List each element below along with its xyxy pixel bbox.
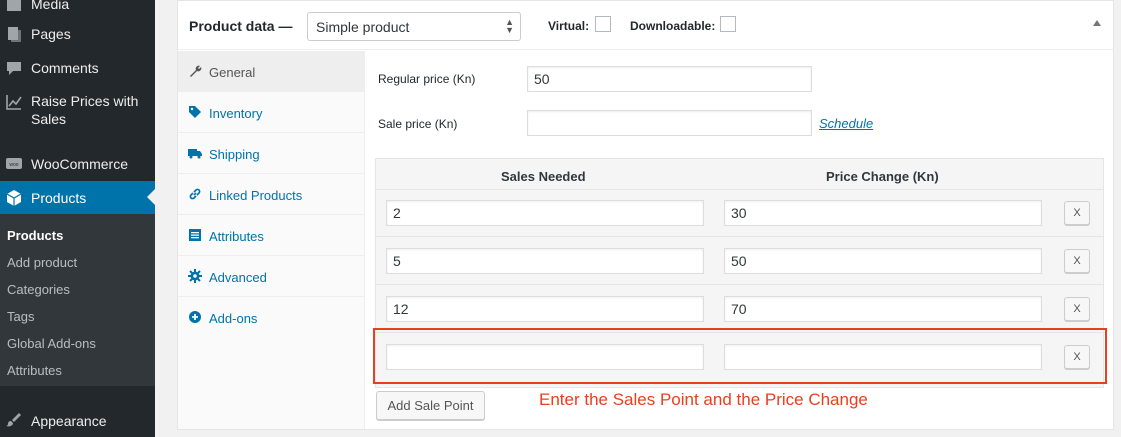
menu-item-label: WooCommerce <box>31 156 128 172</box>
schedule-link[interactable]: Schedule <box>819 116 873 131</box>
wrench-icon <box>190 65 202 77</box>
menu-item-label: Pages <box>31 26 71 42</box>
tab-label: Linked Products <box>209 188 303 203</box>
sales-needed-input[interactable]: 12 <box>386 296 704 322</box>
add-sale-point-button[interactable]: Add Sale Point <box>376 391 485 420</box>
annotation-text: Enter the Sales Point and the Price Chan… <box>539 390 868 409</box>
tag-icon <box>189 106 201 118</box>
menu-item-media[interactable]: Media <box>0 0 155 17</box>
tab-label: Shipping <box>209 147 260 162</box>
row-divider <box>376 236 1103 237</box>
current-indicator <box>147 189 155 205</box>
price-change-input[interactable]: 50 <box>724 248 1042 274</box>
annotation-highlight-box <box>373 328 1107 384</box>
list-icon <box>189 229 201 241</box>
submenu-item-tags[interactable]: Tags <box>7 309 34 325</box>
product-type-value: Simple product <box>316 19 410 35</box>
select-arrows-icon: ▲ ▼ <box>505 17 514 35</box>
svg-text:woo: woo <box>9 162 18 168</box>
remove-row-button[interactable]: X <box>1064 297 1090 321</box>
tab-label: Advanced <box>209 270 267 285</box>
header-divider <box>376 189 1103 190</box>
price-change-input[interactable]: 70 <box>724 296 1042 322</box>
sale-price-input[interactable] <box>527 110 812 136</box>
tab-label: Inventory <box>209 106 263 121</box>
price-change-input[interactable]: 30 <box>724 200 1042 226</box>
submenu-item-global-addons[interactable]: Global Add-ons <box>7 336 96 352</box>
products-submenu: Products Add product Categories Tags Glo… <box>0 214 155 386</box>
menu-item-label: Appearance <box>31 413 107 429</box>
media-icon <box>7 0 21 11</box>
product-data-tabs: General Inventory Shipping Linked Produc… <box>178 51 365 429</box>
menu-item-label: Comments <box>31 60 99 76</box>
menu-item-comments[interactable]: Comments <box>0 51 155 85</box>
remove-row-button[interactable]: X <box>1064 201 1090 225</box>
woocommerce-icon: woo <box>6 158 22 169</box>
tab-inventory[interactable]: Inventory <box>178 92 365 133</box>
submenu-item-attributes[interactable]: Attributes <box>7 363 62 379</box>
tab-label: Add-ons <box>209 311 258 326</box>
link-icon <box>189 188 201 200</box>
chart-line-icon <box>6 95 22 110</box>
panel-header: Product data — Simple product ▲ ▼ Virtual… <box>178 1 1113 50</box>
submenu-item-categories[interactable]: Categories <box>7 282 70 298</box>
admin-sidebar: Media Pages Comments Raise Prices with S… <box>0 0 155 437</box>
plus-circle-icon <box>189 311 201 323</box>
menu-item-label: Media <box>31 0 70 12</box>
paintbrush-icon <box>6 413 21 427</box>
truck-icon <box>188 149 202 159</box>
tab-shipping[interactable]: Shipping <box>178 133 365 174</box>
pages-icon <box>8 27 21 42</box>
column-header-price-change: Price Change (Kn) <box>826 169 939 184</box>
row-divider <box>376 284 1103 285</box>
gear-icon <box>188 269 202 283</box>
virtual-checkbox[interactable] <box>595 16 611 32</box>
submenu-item-add-product[interactable]: Add product <box>7 255 77 271</box>
menu-item-label: Raise Prices with Sales <box>31 93 139 127</box>
menu-item-appearance[interactable]: Appearance <box>0 403 155 437</box>
comments-icon <box>7 62 21 75</box>
tab-attributes[interactable]: Attributes <box>178 215 365 256</box>
sale-price-label: Sale price (Kn) <box>378 117 458 131</box>
menu-item-raise-prices[interactable]: Raise Prices with Sales <box>0 85 155 139</box>
product-type-select[interactable]: Simple product ▲ ▼ <box>307 12 521 41</box>
tab-add-ons[interactable]: Add-ons <box>178 297 365 338</box>
menu-item-products[interactable]: Products <box>0 181 155 215</box>
products-box-icon <box>6 190 22 206</box>
menu-item-pages[interactable]: Pages <box>0 17 155 51</box>
panel-title: Product data — <box>189 18 293 34</box>
remove-row-button[interactable]: X <box>1064 249 1090 273</box>
sales-needed-input[interactable]: 2 <box>386 200 704 226</box>
tab-label: General <box>209 65 256 80</box>
downloadable-checkbox[interactable] <box>720 16 736 32</box>
virtual-label: Virtual: <box>548 19 590 33</box>
tab-general[interactable]: General <box>178 51 365 92</box>
tab-label: Attributes <box>209 229 264 244</box>
tab-advanced[interactable]: Advanced <box>178 256 365 297</box>
column-header-sales-needed: Sales Needed <box>501 169 586 184</box>
downloadable-label: Downloadable: <box>630 19 716 33</box>
sales-needed-input[interactable]: 5 <box>386 248 704 274</box>
regular-price-input[interactable]: 50 <box>527 66 812 92</box>
menu-item-woocommerce[interactable]: woo WooCommerce <box>0 147 155 181</box>
tab-linked-products[interactable]: Linked Products <box>178 174 365 215</box>
submenu-item-products[interactable]: Products <box>7 228 63 244</box>
menu-item-label: Products <box>31 190 87 206</box>
collapse-arrow-icon[interactable] <box>1093 20 1101 26</box>
regular-price-label: Regular price (Kn) <box>378 72 476 86</box>
